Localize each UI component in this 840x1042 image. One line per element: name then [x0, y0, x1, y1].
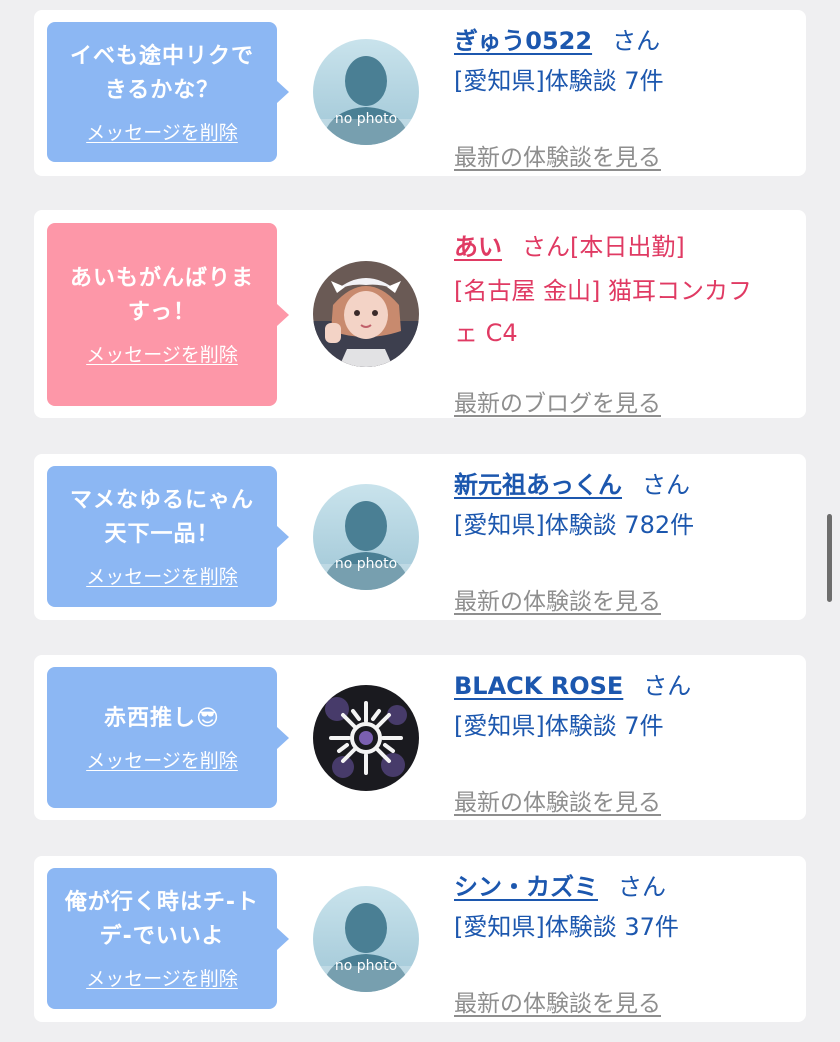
avatar-photo[interactable] — [313, 261, 419, 367]
scrollbar[interactable] — [827, 514, 832, 602]
latest-blog-link[interactable]: 最新のブログを見る — [454, 384, 661, 418]
svg-text:no photo: no photo — [335, 958, 397, 974]
honorific: さん — [522, 233, 570, 261]
user-name-link[interactable]: BLACK ROSE — [454, 672, 623, 700]
avatar-no-photo[interactable]: no photo — [313, 39, 419, 145]
profile-card: イベも途中リクで きるかな？ メッセージを削除 no photo ぎゅう0522… — [34, 10, 806, 176]
honorific: さん — [618, 873, 666, 901]
honorific: さん — [642, 471, 690, 499]
status-badge: [本日出勤] — [570, 233, 685, 261]
bubble-message: あいもがんばりま すっ！ — [69, 266, 254, 325]
honorific: さん — [612, 27, 661, 55]
delete-message-link[interactable]: メッセージを削除 — [86, 964, 238, 991]
user-name-link[interactable]: シン・カズミ — [454, 873, 598, 901]
message-bubble: 俺が行く時はチ-ト デ-でいいよ メッセージを削除 — [47, 868, 289, 1009]
experience-count: [愛知県]体験談 37件 — [454, 913, 679, 941]
profile-info: BLACK ROSE さん [愛知県]体験談 7件 最新の体験談を見る — [454, 669, 794, 816]
bubble-message: 俺が行く時はチ-ト デ-でいいよ — [64, 890, 260, 949]
profile-card: マメなゆるにゃん 天下一品！ メッセージを削除 no photo 新元祖あっくん… — [34, 454, 806, 620]
avatar-no-photo[interactable]: no photo — [313, 484, 419, 590]
profile-card: 俺が行く時はチ-ト デ-でいいよ メッセージを削除 no photo シン・カズ… — [34, 856, 806, 1022]
delete-message-link[interactable]: メッセージを削除 — [86, 562, 238, 589]
message-bubble: あいもがんばりま すっ！ メッセージを削除 — [47, 223, 289, 406]
experience-count: [愛知県]体験談 7件 — [454, 67, 664, 95]
avatar-photo[interactable] — [313, 685, 419, 791]
user-name-link[interactable]: あい — [454, 233, 502, 261]
svg-text:no photo: no photo — [335, 111, 397, 127]
svg-text:no photo: no photo — [335, 556, 397, 572]
profile-info: 新元祖あっくん さん [愛知県]体験談 782件 最新の体験談を見る — [454, 468, 794, 615]
honorific: さん — [643, 672, 692, 700]
bubble-message: イベも途中リクで きるかな？ — [69, 43, 254, 103]
message-bubble: 赤西推し😎 メッセージを削除 — [47, 667, 289, 808]
shop-info: [名古屋 金山] 猫耳コンカフ ェ C4 — [454, 277, 752, 347]
message-bubble: マメなゆるにゃん 天下一品！ メッセージを削除 — [47, 466, 289, 607]
profile-card: 赤西推し😎 メッセージを削除 BLACK ROSE さん [愛知県]体験談 7件 … — [34, 655, 806, 820]
latest-review-link[interactable]: 最新の体験談を見る — [454, 783, 661, 817]
user-name-link[interactable]: 新元祖あっくん — [454, 471, 622, 499]
delete-message-link[interactable]: メッセージを削除 — [86, 340, 238, 367]
profile-card: あいもがんばりま すっ！ メッセージを削除 あい さん[本日出勤] [名古屋 金山… — [34, 210, 806, 418]
avatar-no-photo[interactable]: no photo — [313, 886, 419, 992]
profile-info: あい さん[本日出勤] [名古屋 金山] 猫耳コンカフ ェ C4 最新のブログを見… — [454, 226, 794, 417]
experience-count: [愛知県]体験談 782件 — [454, 511, 695, 539]
profile-info: ぎゅう0522 さん [愛知県]体験談 7件 最新の体験談を見る — [454, 24, 794, 171]
delete-message-link[interactable]: メッセージを削除 — [86, 746, 238, 773]
message-bubble: イベも途中リクで きるかな？ メッセージを削除 — [47, 22, 289, 162]
latest-review-link[interactable]: 最新の体験談を見る — [454, 984, 661, 1018]
experience-count: [愛知県]体験談 7件 — [454, 712, 664, 740]
user-name-link[interactable]: ぎゅう0522 — [454, 27, 592, 55]
bubble-message: マメなゆるにゃん 天下一品！ — [69, 488, 254, 547]
profile-info: シン・カズミ さん [愛知県]体験談 37件 最新の体験談を見る — [454, 870, 794, 1017]
delete-message-link[interactable]: メッセージを削除 — [86, 118, 238, 145]
latest-review-link[interactable]: 最新の体験談を見る — [454, 582, 661, 616]
latest-review-link[interactable]: 最新の体験談を見る — [454, 138, 661, 172]
bubble-message: 赤西推し😎 — [104, 706, 220, 731]
